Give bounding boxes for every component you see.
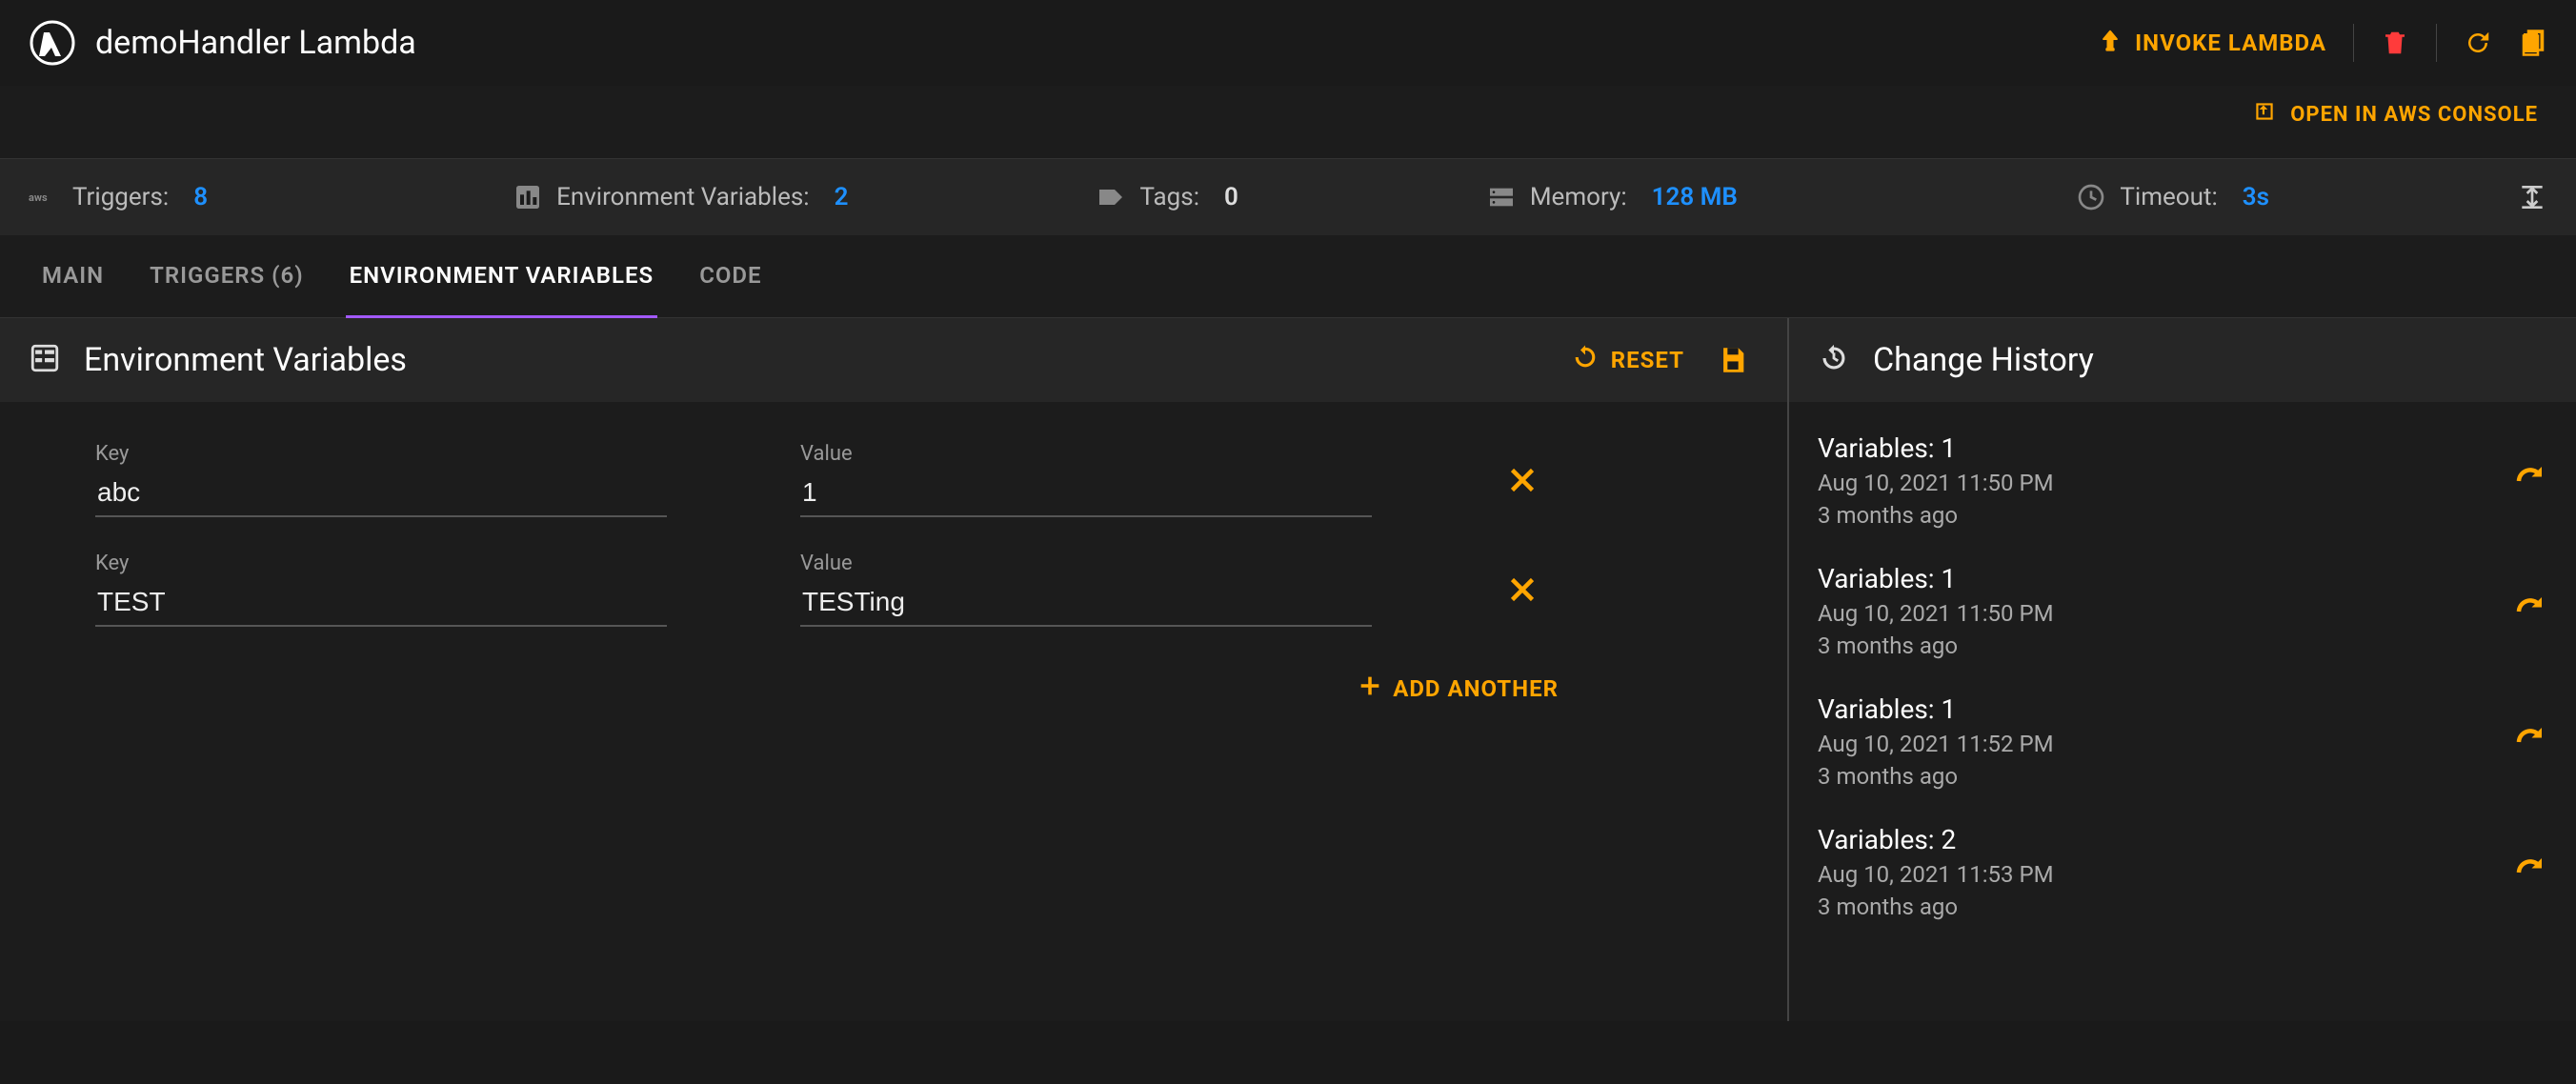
env-value-input[interactable] [800, 472, 1372, 517]
stat-tags: Tags: 0 [1096, 182, 1238, 212]
history-item: Variables: 1 Aug 10, 2021 11:50 PM 3 mon… [1818, 415, 2547, 546]
stat-tags-label: Tags: [1139, 183, 1199, 211]
history-item-title: Variables: 1 [1818, 432, 2054, 464]
stat-envvars: Environment Variables: 2 [513, 182, 848, 212]
expand-collapse-button[interactable] [2517, 182, 2547, 212]
history-item-date: Aug 10, 2021 11:52 PM [1818, 731, 2054, 757]
value-label: Value [800, 552, 1372, 575]
add-another-button[interactable]: ADD ANOTHER [1357, 672, 1559, 705]
tab-main[interactable]: MAIN [38, 235, 108, 318]
stat-timeout-value[interactable]: 3s [2243, 183, 2269, 211]
env-panel-header: Environment Variables RESET [0, 318, 1787, 402]
aws-icon: aws [29, 182, 59, 212]
key-label: Key [95, 552, 667, 575]
env-variable-row: Key Value [0, 534, 1787, 644]
history-item-ago: 3 months ago [1818, 893, 2054, 920]
save-button[interactable] [1717, 344, 1749, 376]
history-item: Variables: 2 Aug 10, 2021 11:53 PM 3 mon… [1818, 807, 2547, 937]
history-item-title: Variables: 2 [1818, 824, 2054, 855]
env-key-input[interactable] [95, 581, 667, 627]
invoke-lambda-button[interactable]: INVOKE LAMBDA [2097, 27, 2326, 59]
env-key-field: Key [95, 442, 667, 517]
history-panel-title: Change History [1873, 341, 2094, 379]
env-variables-pane: Environment Variables RESET Key [0, 318, 1789, 1021]
env-panel-title: Environment Variables [84, 341, 407, 379]
change-history-pane: Change History Variables: 1 Aug 10, 2021… [1789, 318, 2576, 1021]
remove-row-button[interactable] [1505, 463, 1540, 497]
reset-label: RESET [1611, 347, 1684, 373]
form-icon [29, 342, 61, 378]
history-item-ago: 3 months ago [1818, 502, 2054, 529]
history-item: Variables: 1 Aug 10, 2021 11:52 PM 3 mon… [1818, 676, 2547, 807]
env-variable-row: Key Value [0, 425, 1787, 534]
env-variable-list: Key Value Key Value [0, 402, 1787, 705]
env-key-input[interactable] [95, 472, 667, 517]
invoke-label: INVOKE LAMBDA [2135, 30, 2326, 56]
history-item-title: Variables: 1 [1818, 693, 2054, 725]
tab-triggers[interactable]: TRIGGERS (6) [146, 235, 307, 318]
stat-timeout: Timeout: 3s [2076, 182, 2269, 212]
restore-button[interactable] [2513, 461, 2547, 495]
stat-triggers: aws Triggers: 8 [29, 182, 208, 212]
page-title: demoHandler Lambda [95, 24, 416, 62]
tag-icon [1096, 182, 1126, 212]
history-item-date: Aug 10, 2021 11:53 PM [1818, 861, 2054, 888]
divider [2436, 24, 2437, 62]
env-value-field: Value [800, 442, 1372, 517]
env-value-input[interactable] [800, 581, 1372, 627]
clock-icon [2076, 182, 2106, 212]
tab-code[interactable]: CODE [695, 235, 765, 318]
history-icon [1818, 342, 1850, 378]
history-item-title: Variables: 1 [1818, 563, 2054, 594]
history-list: Variables: 1 Aug 10, 2021 11:50 PM 3 mon… [1789, 402, 2576, 951]
stat-memory-value[interactable]: 128 MB [1652, 183, 1738, 211]
stat-timeout-label: Timeout: [2120, 183, 2217, 211]
open-in-aws-console-button[interactable]: OPEN IN AWS CONSOLE [2252, 99, 2538, 130]
history-item-date: Aug 10, 2021 11:50 PM [1818, 470, 2054, 496]
remove-row-button[interactable] [1505, 572, 1540, 607]
reset-button[interactable]: RESET [1571, 343, 1684, 377]
add-label: ADD ANOTHER [1393, 675, 1559, 702]
history-item-ago: 3 months ago [1818, 763, 2054, 790]
docs-icon[interactable] [2519, 29, 2547, 57]
open-console-label: OPEN IN AWS CONSOLE [2290, 103, 2538, 127]
tabs: MAIN TRIGGERS (6) ENVIRONMENT VARIABLES … [0, 235, 2576, 318]
env-value-field: Value [800, 552, 1372, 627]
restore-button[interactable] [2513, 722, 2547, 756]
tab-environment-variables[interactable]: ENVIRONMENT VARIABLES [346, 235, 658, 318]
console-bar: OPEN IN AWS CONSOLE [0, 86, 2576, 159]
stat-envvars-label: Environment Variables: [556, 183, 810, 211]
delete-button[interactable] [2381, 29, 2409, 57]
header-left: demoHandler Lambda [29, 19, 416, 67]
value-label: Value [800, 442, 1372, 466]
refresh-button[interactable] [2464, 29, 2492, 57]
env-key-field: Key [95, 552, 667, 627]
header-bar: demoHandler Lambda INVOKE LAMBDA [0, 0, 2576, 86]
history-item: Variables: 1 Aug 10, 2021 11:50 PM 3 mon… [1818, 546, 2547, 676]
stat-memory: Memory: 128 MB [1486, 182, 1738, 212]
reset-icon [1571, 343, 1600, 377]
stat-memory-label: Memory: [1530, 183, 1627, 211]
plus-icon [1357, 672, 1383, 705]
stat-tags-value[interactable]: 0 [1224, 183, 1238, 211]
memory-icon [1486, 182, 1517, 212]
stat-envvars-value[interactable]: 2 [835, 183, 849, 211]
open-external-icon [2252, 99, 2277, 130]
history-item-ago: 3 months ago [1818, 632, 2054, 659]
divider [2353, 24, 2354, 62]
lambda-logo-icon [29, 19, 76, 67]
content-area: Environment Variables RESET Key [0, 318, 2576, 1021]
stat-triggers-value[interactable]: 8 [193, 183, 208, 211]
restore-button[interactable] [2513, 592, 2547, 626]
restore-button[interactable] [2513, 853, 2547, 887]
stats-bar: aws Triggers: 8 Environment Variables: 2… [0, 159, 2576, 235]
header-actions: INVOKE LAMBDA [2097, 24, 2547, 62]
history-panel-header: Change History [1789, 318, 2576, 402]
svg-text:aws: aws [29, 191, 48, 204]
key-label: Key [95, 442, 667, 466]
bar-chart-icon [513, 182, 543, 212]
invoke-icon [2097, 27, 2123, 59]
history-item-date: Aug 10, 2021 11:50 PM [1818, 600, 2054, 627]
stat-triggers-label: Triggers: [72, 183, 169, 211]
